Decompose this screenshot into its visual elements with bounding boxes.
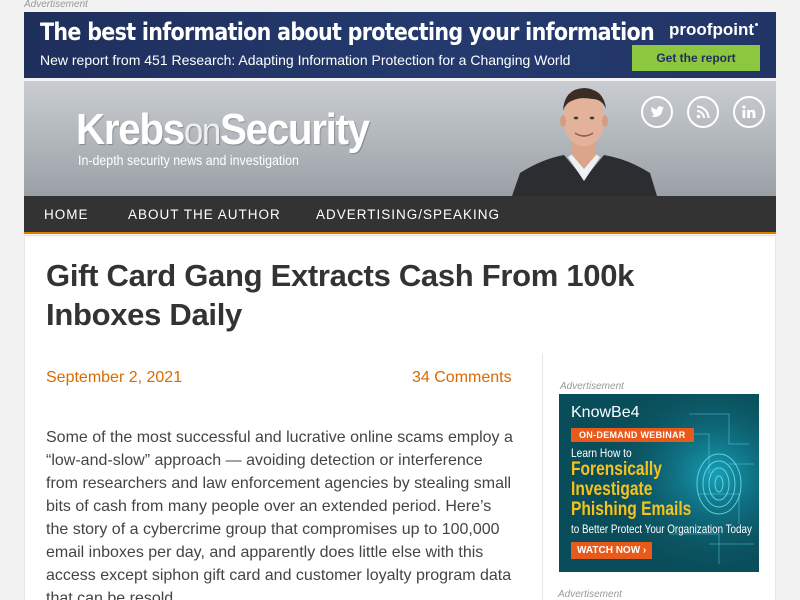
logo-krebs: Krebs: [76, 105, 185, 154]
nav-advertising-speaking[interactable]: ADVERTISING/SPEAKING: [316, 207, 500, 222]
nav-home[interactable]: HOME: [44, 207, 89, 222]
site-logo[interactable]: KrebsonSecurity: [76, 105, 370, 155]
sidebar-ad[interactable]: KnowBe4 ON-DEMAND WEBINAR Learn How to F…: [559, 394, 759, 572]
ad-small-text: to Better Protect Your Organization Toda…: [571, 522, 752, 536]
ad-big-text: Forensically Investigate Phishing Emails: [571, 460, 691, 520]
ad-big-line-2: Investigate: [571, 479, 653, 500]
column-divider: [542, 353, 543, 600]
main-nav: HOME ABOUT THE AUTHOR ADVERTISING/SPEAKI…: [24, 196, 776, 234]
post-date[interactable]: September 2, 2021: [46, 369, 182, 387]
site-tagline: In-depth security news and investigation: [78, 153, 299, 168]
ad-headline: The best information about protecting yo…: [40, 18, 655, 46]
proofpoint-logo: proofpoint: [669, 20, 758, 40]
sidebar-ad-label: Advertisement: [560, 381, 624, 392]
ad-subline: New report from 451 Research: Adapting I…: [40, 52, 571, 68]
rss-icon[interactable]: [687, 96, 719, 128]
author-portrait: [512, 88, 657, 196]
brand-dot: [755, 23, 758, 26]
webinar-badge: ON-DEMAND WEBINAR: [571, 428, 694, 442]
top-ad-label: Advertisement: [24, 0, 88, 10]
linkedin-icon[interactable]: [733, 96, 765, 128]
logo-security: Security: [219, 105, 370, 154]
knowbe4-logo: KnowBe4: [571, 404, 640, 421]
top-banner-ad[interactable]: The best information about protecting yo…: [24, 12, 776, 78]
nav-about-the-author[interactable]: ABOUT THE AUTHOR: [128, 207, 281, 222]
comments-link[interactable]: 34 Comments: [412, 369, 512, 387]
post-body: Some of the most successful and lucrativ…: [46, 429, 513, 600]
ad-big-line-3: Phishing Emails: [571, 499, 692, 520]
sidebar-ad-label-2: Advertisement: [558, 589, 622, 600]
post-title[interactable]: Gift Card Gang Extracts Cash From 100k I…: [46, 256, 756, 334]
twitter-icon[interactable]: [641, 96, 673, 128]
logo-on: on: [183, 111, 222, 153]
site-header: KrebsonSecurity In-depth security news a…: [24, 81, 776, 196]
brand-text: proofpoint: [669, 20, 754, 39]
get-report-button[interactable]: Get the report: [632, 45, 760, 71]
ad-big-line-1: Forensically: [571, 459, 662, 480]
ad-lead-text: Learn How to: [571, 446, 632, 460]
watch-now-button[interactable]: WATCH NOW ›: [571, 542, 653, 559]
